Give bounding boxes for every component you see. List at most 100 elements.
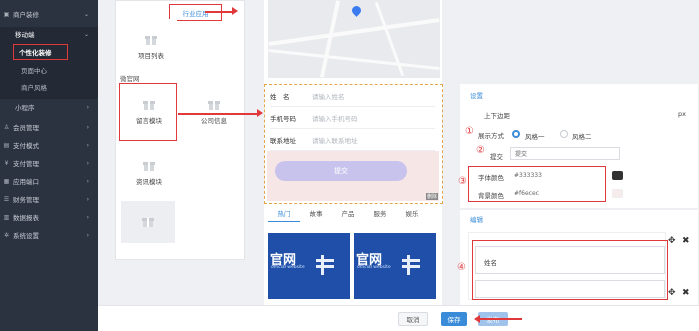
annotation-arrow-head	[257, 109, 263, 117]
sidebar-item-miniprogram[interactable]: 小程序 ›	[0, 99, 98, 115]
annotation-highlight-message	[119, 83, 177, 141]
form-placeholder: 请输入手机号码	[312, 114, 358, 123]
chevron-right-icon: ›	[86, 195, 89, 203]
sidebar-item-mobile[interactable]: 移动端 ⌄	[0, 26, 98, 42]
main-area: 行业应用 项目列表 微官网 留言模块 公司信息 资讯模块 姓 名 请输入姓名 手…	[98, 0, 699, 331]
news-thumbnail[interactable]: 官网 official website	[268, 233, 350, 299]
margin-label: 上下边距	[484, 112, 510, 120]
play-icon	[402, 255, 422, 275]
member-icon: ♙	[3, 123, 10, 131]
chevron-right-icon: ›	[86, 159, 89, 167]
chevron-right-icon: ›	[86, 231, 89, 239]
delete-tag[interactable]: 删除	[425, 193, 438, 200]
app-root: ▣ 商户装修 ⌄ 移动端 ⌄ 个性化装修 页面中心 商户风格 小程序 › ♙ 会…	[0, 0, 699, 331]
chevron-right-icon: ›	[86, 177, 89, 185]
section-title: 微官网	[120, 75, 140, 83]
footer-bar: 取消 保存 发布	[98, 305, 699, 331]
sidebar-item-payment-mode[interactable]: ▤ 支付模式 ›	[0, 137, 98, 153]
move-icon[interactable]: ✥	[668, 288, 676, 298]
submit-label: 提交	[490, 153, 503, 161]
submit-text-input[interactable]: 提交	[510, 147, 620, 160]
annotation-mark: ①	[465, 126, 474, 137]
gift-icon	[143, 160, 155, 171]
app-icon: ▦	[3, 177, 10, 185]
sidebar-item-store-decor[interactable]: ▣ 商户装修 ⌄	[0, 6, 98, 22]
sidebar-item-reports[interactable]: ▥ 数据报表 ›	[0, 209, 98, 225]
edit-field-2[interactable]	[475, 280, 665, 298]
bg-color-swatch[interactable]	[612, 189, 623, 198]
component-label: 项目列表	[138, 52, 164, 60]
form-row-address[interactable]: 联系地址 请输入联系地址	[270, 129, 435, 151]
close-icon[interactable]: ✖	[682, 288, 690, 298]
map-widget[interactable]	[268, 0, 440, 78]
move-icon[interactable]: ✥	[668, 236, 676, 246]
gift-icon	[208, 99, 220, 110]
sidebar-item-label: 财务管理	[13, 196, 39, 204]
sidebar-item-system-settings[interactable]: ✲ 系统设置 ›	[0, 227, 98, 243]
bg-color-input[interactable]: #f6ecec	[510, 187, 600, 200]
map-pin-icon	[350, 4, 363, 17]
gift-icon	[145, 34, 157, 45]
annotation-arrow	[480, 318, 522, 320]
sidebar-item-label: 小程序	[15, 104, 35, 112]
payment-icon: ¥	[4, 159, 9, 167]
bg-color-label: 背景颜色	[478, 192, 504, 200]
sidebar-item-label: 数据报表	[13, 214, 39, 222]
font-color-input[interactable]: #333333	[510, 169, 600, 182]
font-color-swatch[interactable]	[612, 171, 623, 180]
sidebar-item-label: 支付模式	[13, 142, 39, 150]
sidebar: ▣ 商户装修 ⌄ 移动端 ⌄ 个性化装修 页面中心 商户风格 小程序 › ♙ 会…	[0, 0, 98, 331]
submit-area: 提交 删除	[267, 151, 439, 201]
form-row-name[interactable]: 姓 名 请输入姓名	[270, 85, 435, 107]
chevron-down-icon: ⌄	[83, 10, 89, 18]
style2-label: 风格二	[572, 133, 592, 141]
form-submit-button[interactable]: 提交	[275, 161, 407, 181]
sidebar-item-page-center[interactable]: 页面中心	[0, 62, 98, 78]
sidebar-item-app-port[interactable]: ▦ 应用端口 ›	[0, 173, 98, 189]
edit-panel: 编辑 姓名 ④ ✥ ✖ ✥ ✖	[457, 210, 698, 305]
message-form-block[interactable]: 姓 名 请输入姓名 手机号码 请输入手机号码 联系地址 请输入联系地址 提交 删…	[264, 84, 443, 204]
news-tab[interactable]: 热门	[268, 208, 300, 222]
component-label: 公司信息	[201, 117, 227, 125]
thumb-subtitle: official website	[357, 265, 391, 270]
sidebar-item-finance[interactable]: ☰ 财务管理 ›	[0, 191, 98, 207]
sidebar-item-label: 移动端	[15, 31, 35, 39]
sidebar-item-label: 商户风格	[21, 84, 47, 92]
settings-panel: 设置 上下边距 px ① 展示方式 风格一 风格二 ② 提交 提交 ③ 字体颜色…	[458, 84, 698, 208]
annotation-arrow	[205, 11, 233, 13]
component-panel: 行业应用 项目列表 微官网 留言模块 公司信息 资讯模块	[115, 0, 245, 260]
component-company-info[interactable]: 公司信息	[188, 84, 240, 131]
component-project-list[interactable]: 项目列表	[125, 19, 177, 66]
close-icon[interactable]: ✖	[682, 236, 690, 246]
style1-radio[interactable]	[512, 130, 520, 138]
component-placeholder[interactable]	[121, 201, 175, 243]
component-news[interactable]: 资讯模块	[123, 145, 175, 192]
report-icon: ▥	[3, 213, 10, 221]
chevron-right-icon: ›	[86, 141, 89, 149]
sidebar-item-store-style[interactable]: 商户风格	[0, 79, 98, 95]
font-color-label: 字体颜色	[478, 174, 504, 182]
edit-field-name[interactable]: 姓名	[475, 246, 665, 274]
sidebar-item-payment[interactable]: ¥ 支付管理 ›	[0, 155, 98, 171]
sidebar-item-label: 应用端口	[13, 178, 39, 186]
news-thumbnail[interactable]: 官网 official website	[354, 233, 436, 299]
form-row-phone[interactable]: 手机号码 请输入手机号码	[270, 107, 435, 129]
play-icon	[316, 255, 336, 275]
chevron-right-icon: ›	[86, 123, 89, 131]
cancel-button[interactable]: 取消	[398, 312, 428, 326]
sidebar-item-label: 系统设置	[13, 232, 39, 240]
news-tab[interactable]: 产品	[332, 208, 364, 222]
sidebar-item-members[interactable]: ♙ 会员管理 ›	[0, 119, 98, 135]
settings-icon: ✲	[3, 231, 10, 239]
phone-preview: 姓 名 请输入姓名 手机号码 请输入手机号码 联系地址 请输入联系地址 提交 删…	[264, 0, 443, 331]
form-label: 联系地址	[270, 136, 296, 145]
form-placeholder: 请输入联系地址	[312, 136, 358, 145]
news-tab[interactable]: 娱乐	[396, 208, 428, 222]
sidebar-item-label: 商户装修	[13, 11, 39, 19]
display-label: 展示方式	[478, 132, 504, 140]
news-tab[interactable]: 服务	[364, 208, 396, 222]
style2-radio[interactable]	[560, 130, 568, 138]
chevron-right-icon: ›	[86, 103, 89, 111]
news-tab[interactable]: 故事	[300, 208, 332, 222]
save-button[interactable]: 保存	[441, 312, 467, 326]
